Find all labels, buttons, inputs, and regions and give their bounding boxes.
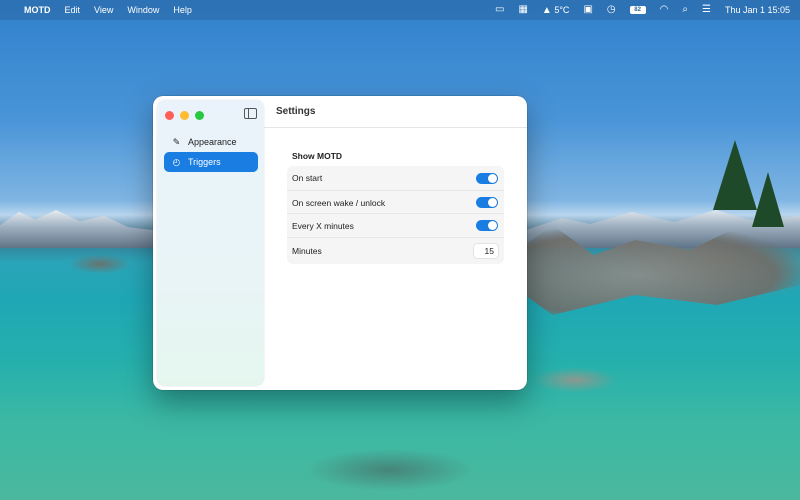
section-title: Show MOTD (292, 151, 343, 161)
wallpaper-tree (713, 140, 757, 210)
time-machine-icon[interactable]: ◷ (607, 5, 616, 15)
sidebar-toggle-icon[interactable] (244, 108, 257, 119)
sidebar-item-label: Triggers (188, 157, 221, 167)
on-start-toggle[interactable] (476, 172, 498, 184)
warning-icon: ▲ (541, 4, 552, 16)
settings-window: ✎ Appearance ◴ Triggers Settings Show MO… (153, 96, 527, 390)
setting-label: Minutes (292, 246, 322, 256)
clock-icon: ◴ (172, 156, 181, 167)
setting-row-minutes: Minutes 15 (287, 237, 504, 264)
menu-view[interactable]: View (94, 5, 113, 15)
setting-label: Every X minutes (292, 220, 354, 231)
minutes-field[interactable]: 15 (474, 244, 498, 258)
close-button[interactable] (165, 111, 174, 120)
menu-edit[interactable]: Edit (65, 5, 81, 15)
minimize-button[interactable] (180, 111, 189, 120)
sidebar-item-triggers[interactable]: ◴ Triggers (164, 152, 258, 172)
search-icon[interactable]: ⌕ (682, 5, 688, 15)
menu-clock[interactable]: Thu Jan 1 15:05 (725, 5, 790, 15)
setting-label: On start (292, 173, 323, 183)
keyboard-grid-icon[interactable]: ▦ (518, 5, 527, 15)
setting-row-screen-wake: On screen wake / unlock (287, 190, 504, 214)
settings-group: On start On screen wake / unlock Every X… (287, 166, 504, 264)
screen-wake-toggle[interactable] (476, 197, 498, 208)
wallpaper-mountains-left (0, 210, 160, 248)
sidebar-item-appearance[interactable]: ✎ Appearance (164, 132, 258, 152)
paintbrush-icon: ✎ (172, 136, 181, 147)
sidebar-item-label: Appearance (188, 137, 237, 147)
setting-label: On screen wake / unlock (292, 197, 386, 208)
menu-window[interactable]: Window (127, 5, 159, 15)
setting-row-on-start: On start (287, 166, 504, 190)
message-icon[interactable]: ▭ (495, 5, 504, 15)
wallpaper-tree (752, 172, 784, 227)
title-bar: Settings (264, 96, 527, 128)
page-title: Settings (276, 106, 316, 117)
window-controls (165, 111, 204, 120)
weather-status[interactable]: ▲ 5°C (542, 5, 570, 16)
menu-bar: MOTD Edit View Window Help ▭ ▦ ▲ 5°C ▣ ◷… (0, 0, 800, 20)
wifi-icon[interactable]: ◠ (660, 5, 669, 15)
sidebar: ✎ Appearance ◴ Triggers (157, 100, 264, 386)
display-icon[interactable]: ▣ (583, 5, 592, 15)
maximize-button[interactable] (195, 111, 204, 120)
menu-help[interactable]: Help (173, 5, 192, 15)
weather-temperature: 5°C (554, 4, 570, 15)
setting-row-every-x-minutes: Every X minutes (287, 213, 504, 237)
menu-app-name[interactable]: MOTD (24, 5, 51, 15)
control-center-icon[interactable]: ☰ (702, 5, 711, 15)
battery-icon[interactable]: 82 (629, 6, 646, 14)
every-x-minutes-toggle[interactable] (476, 220, 498, 231)
